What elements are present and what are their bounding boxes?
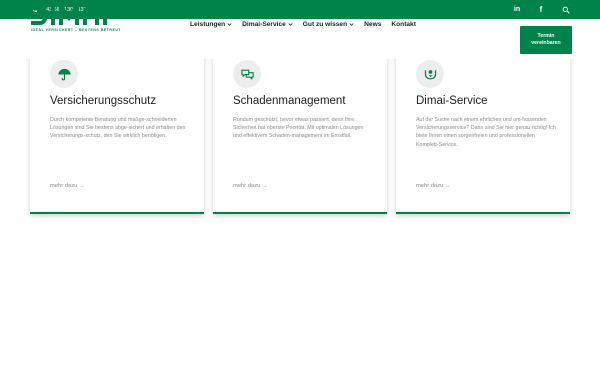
- more-link[interactable]: mehr dazu →: [416, 183, 451, 189]
- umbrella-icon: [57, 68, 71, 80]
- service-card-schadenmanagement: Schadenmanagement Rundum geschützt, bevo…: [213, 40, 387, 214]
- nav-item-label: News: [364, 20, 382, 28]
- site-logo[interactable]: IDEAL VERSICHERT – BESTENS BETREUT: [31, 6, 122, 38]
- more-link[interactable]: mehr dazu →: [233, 183, 268, 189]
- nav-item-label: Gut zu wissen: [302, 20, 348, 28]
- card-title: Versicherungsschutz: [50, 95, 157, 107]
- nav-item-gut-zu-wissen[interactable]: Gut zu wissen: [303, 21, 354, 28]
- chevron-down-icon: [288, 22, 293, 26]
- nav-item-dimai-service[interactable]: Dimai-Service: [242, 21, 293, 28]
- card-text: Rundum geschützt, bevor etwas passiert, …: [233, 117, 364, 140]
- logo-letters: [31, 6, 107, 25]
- card-title: Schadenmanagement: [233, 95, 346, 107]
- card-text: Durch kompetente Beratung und maßge-schn…: [50, 117, 186, 140]
- cta-line-1: Termin: [537, 32, 555, 39]
- chat-bubbles-icon: [240, 69, 254, 79]
- search-icon[interactable]: [560, 0, 572, 19]
- nav-item-label: Leistungen: [190, 20, 226, 28]
- nav-item-label: Kontakt: [391, 20, 416, 28]
- nav-item-news[interactable]: News: [364, 21, 381, 28]
- nav-item-leistungen[interactable]: Leistungen: [190, 21, 232, 28]
- facebook-icon[interactable]: f: [536, 0, 546, 19]
- card-icon-circle: [416, 60, 444, 88]
- card-text: Auf der Suche nach einem ehrlichen und u…: [416, 117, 556, 148]
- service-card-versicherungsschutz: Versicherungsschutz Durch kompetente Ber…: [30, 40, 204, 214]
- main-nav: Leistungen Dimai-Service Gut zu wissen N…: [190, 19, 416, 29]
- more-link[interactable]: mehr dazu →: [50, 183, 85, 189]
- card-icon-circle: [50, 60, 78, 88]
- hands-person-icon: [424, 69, 436, 80]
- service-card-dimai-service: Dimai-Service Auf der Suche nach einem e…: [396, 40, 570, 214]
- chevron-down-icon: [349, 22, 354, 26]
- linkedin-icon[interactable]: in: [511, 0, 523, 19]
- card-icon-circle: [233, 60, 261, 88]
- nav-item-kontakt[interactable]: Kontakt: [391, 21, 416, 28]
- appointment-button[interactable]: Termin vereinbaren: [520, 26, 572, 54]
- card-title: Dimai-Service: [416, 95, 488, 107]
- logo-wordmark: [31, 6, 119, 25]
- logo-tagline: IDEAL VERSICHERT – BESTENS BETREUT: [31, 28, 122, 32]
- cta-line-2: vereinbaren: [531, 40, 561, 46]
- chevron-down-icon: [227, 22, 232, 26]
- nav-item-label: Dimai-Service: [242, 20, 286, 28]
